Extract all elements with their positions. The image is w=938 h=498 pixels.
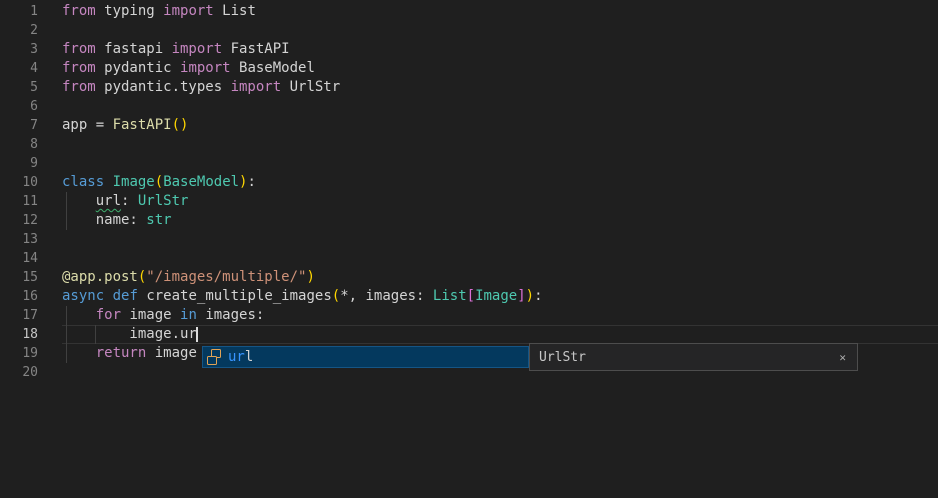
code-line-text[interactable] <box>38 21 62 40</box>
code-line: 15@app.post("/images/multiple/") <box>0 268 938 287</box>
code-line: 6 <box>0 97 938 116</box>
code-line-text[interactable] <box>38 154 62 173</box>
code-line-text[interactable]: from pydantic import BaseModel <box>38 59 315 78</box>
code-line-text[interactable] <box>38 230 62 249</box>
code-line: 5from pydantic.types import UrlStr <box>0 78 938 97</box>
code-line: 11 url: UrlStr <box>0 192 938 211</box>
line-number[interactable]: 18 <box>0 325 38 344</box>
code-line: 10class Image(BaseModel): <box>0 173 938 192</box>
line-number[interactable]: 17 <box>0 306 38 325</box>
line-number[interactable]: 16 <box>0 287 38 306</box>
suggestion-matched-text: ur <box>228 349 245 365</box>
suggestion-type-text: UrlStr <box>539 350 837 365</box>
autocomplete-suggestion-url[interactable]: url <box>202 346 529 368</box>
code-line-text[interactable]: name: str <box>38 211 172 230</box>
code-line-text[interactable]: class Image(BaseModel): <box>38 173 256 192</box>
code-line-text[interactable] <box>38 97 62 116</box>
code-line-text[interactable]: url: UrlStr <box>38 192 188 211</box>
line-number[interactable]: 8 <box>0 135 38 154</box>
code-line: 1from typing import List <box>0 2 938 21</box>
line-number[interactable]: 3 <box>0 40 38 59</box>
line-number[interactable]: 14 <box>0 249 38 268</box>
line-number[interactable]: 2 <box>0 21 38 40</box>
code-line-text[interactable]: from fastapi import FastAPI <box>38 40 290 59</box>
code-line-text[interactable]: return image <box>38 344 197 363</box>
line-number[interactable]: 20 <box>0 363 38 382</box>
line-number[interactable]: 10 <box>0 173 38 192</box>
code-line: 18 image.ur <box>0 325 938 344</box>
line-number[interactable]: 9 <box>0 154 38 173</box>
line-number[interactable]: 19 <box>0 344 38 363</box>
code-line-text[interactable] <box>38 249 62 268</box>
line-number[interactable]: 5 <box>0 78 38 97</box>
code-line-text[interactable] <box>38 135 62 154</box>
code-line: 7app = FastAPI() <box>0 116 938 135</box>
code-line: 3from fastapi import FastAPI <box>0 40 938 59</box>
code-line: 9 <box>0 154 938 173</box>
suggestion-details-panel: UrlStr ✕ <box>529 343 858 371</box>
code-line: 14 <box>0 249 938 268</box>
field-icon <box>206 349 222 365</box>
suggestion-label: url <box>228 349 253 365</box>
code-lines: 1from typing import List23from fastapi i… <box>0 0 938 382</box>
code-line-text[interactable]: from pydantic.types import UrlStr <box>38 78 340 97</box>
code-line-text[interactable]: from typing import List <box>38 2 256 21</box>
code-line: 13 <box>0 230 938 249</box>
code-line-text[interactable] <box>38 363 62 382</box>
code-line: 2 <box>0 21 938 40</box>
code-line: 8 <box>0 135 938 154</box>
line-number[interactable]: 6 <box>0 97 38 116</box>
close-icon[interactable]: ✕ <box>837 350 848 365</box>
code-line: 4from pydantic import BaseModel <box>0 59 938 78</box>
line-number[interactable]: 1 <box>0 2 38 21</box>
suggestion-rest-text: l <box>245 349 253 365</box>
text-cursor <box>196 327 198 342</box>
code-line-text[interactable]: @app.post("/images/multiple/") <box>38 268 315 287</box>
code-line: 16async def create_multiple_images(*, im… <box>0 287 938 306</box>
line-number[interactable]: 7 <box>0 116 38 135</box>
code-line-text[interactable]: async def create_multiple_images(*, imag… <box>38 287 543 306</box>
line-number[interactable]: 12 <box>0 211 38 230</box>
code-editor: 1from typing import List23from fastapi i… <box>0 0 938 498</box>
line-number[interactable]: 4 <box>0 59 38 78</box>
code-line: 17 for image in images: <box>0 306 938 325</box>
line-number[interactable]: 11 <box>0 192 38 211</box>
code-line-text[interactable]: app = FastAPI() <box>38 116 188 135</box>
line-number[interactable]: 13 <box>0 230 38 249</box>
line-number[interactable]: 15 <box>0 268 38 287</box>
code-line-text[interactable]: for image in images: <box>38 306 264 325</box>
code-line: 12 name: str <box>0 211 938 230</box>
code-line-text[interactable]: image.ur <box>38 325 197 344</box>
